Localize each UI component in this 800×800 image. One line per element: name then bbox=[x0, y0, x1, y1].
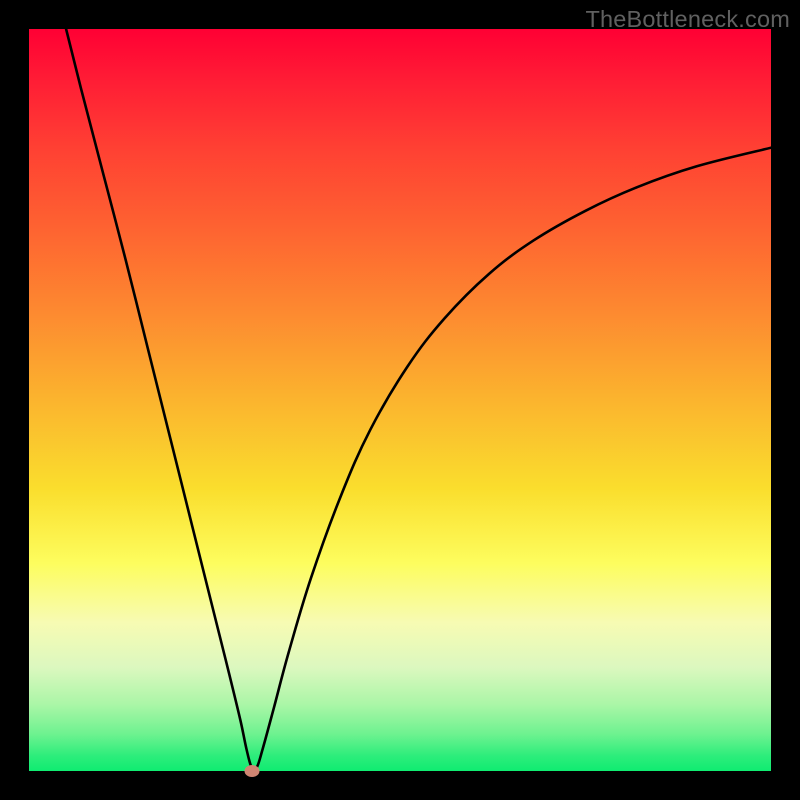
chart-frame bbox=[0, 0, 800, 800]
watermark-text: TheBottleneck.com bbox=[585, 6, 790, 33]
bottleneck-curve bbox=[66, 29, 771, 770]
curve-layer bbox=[29, 29, 771, 771]
optimal-point-marker bbox=[244, 765, 259, 777]
